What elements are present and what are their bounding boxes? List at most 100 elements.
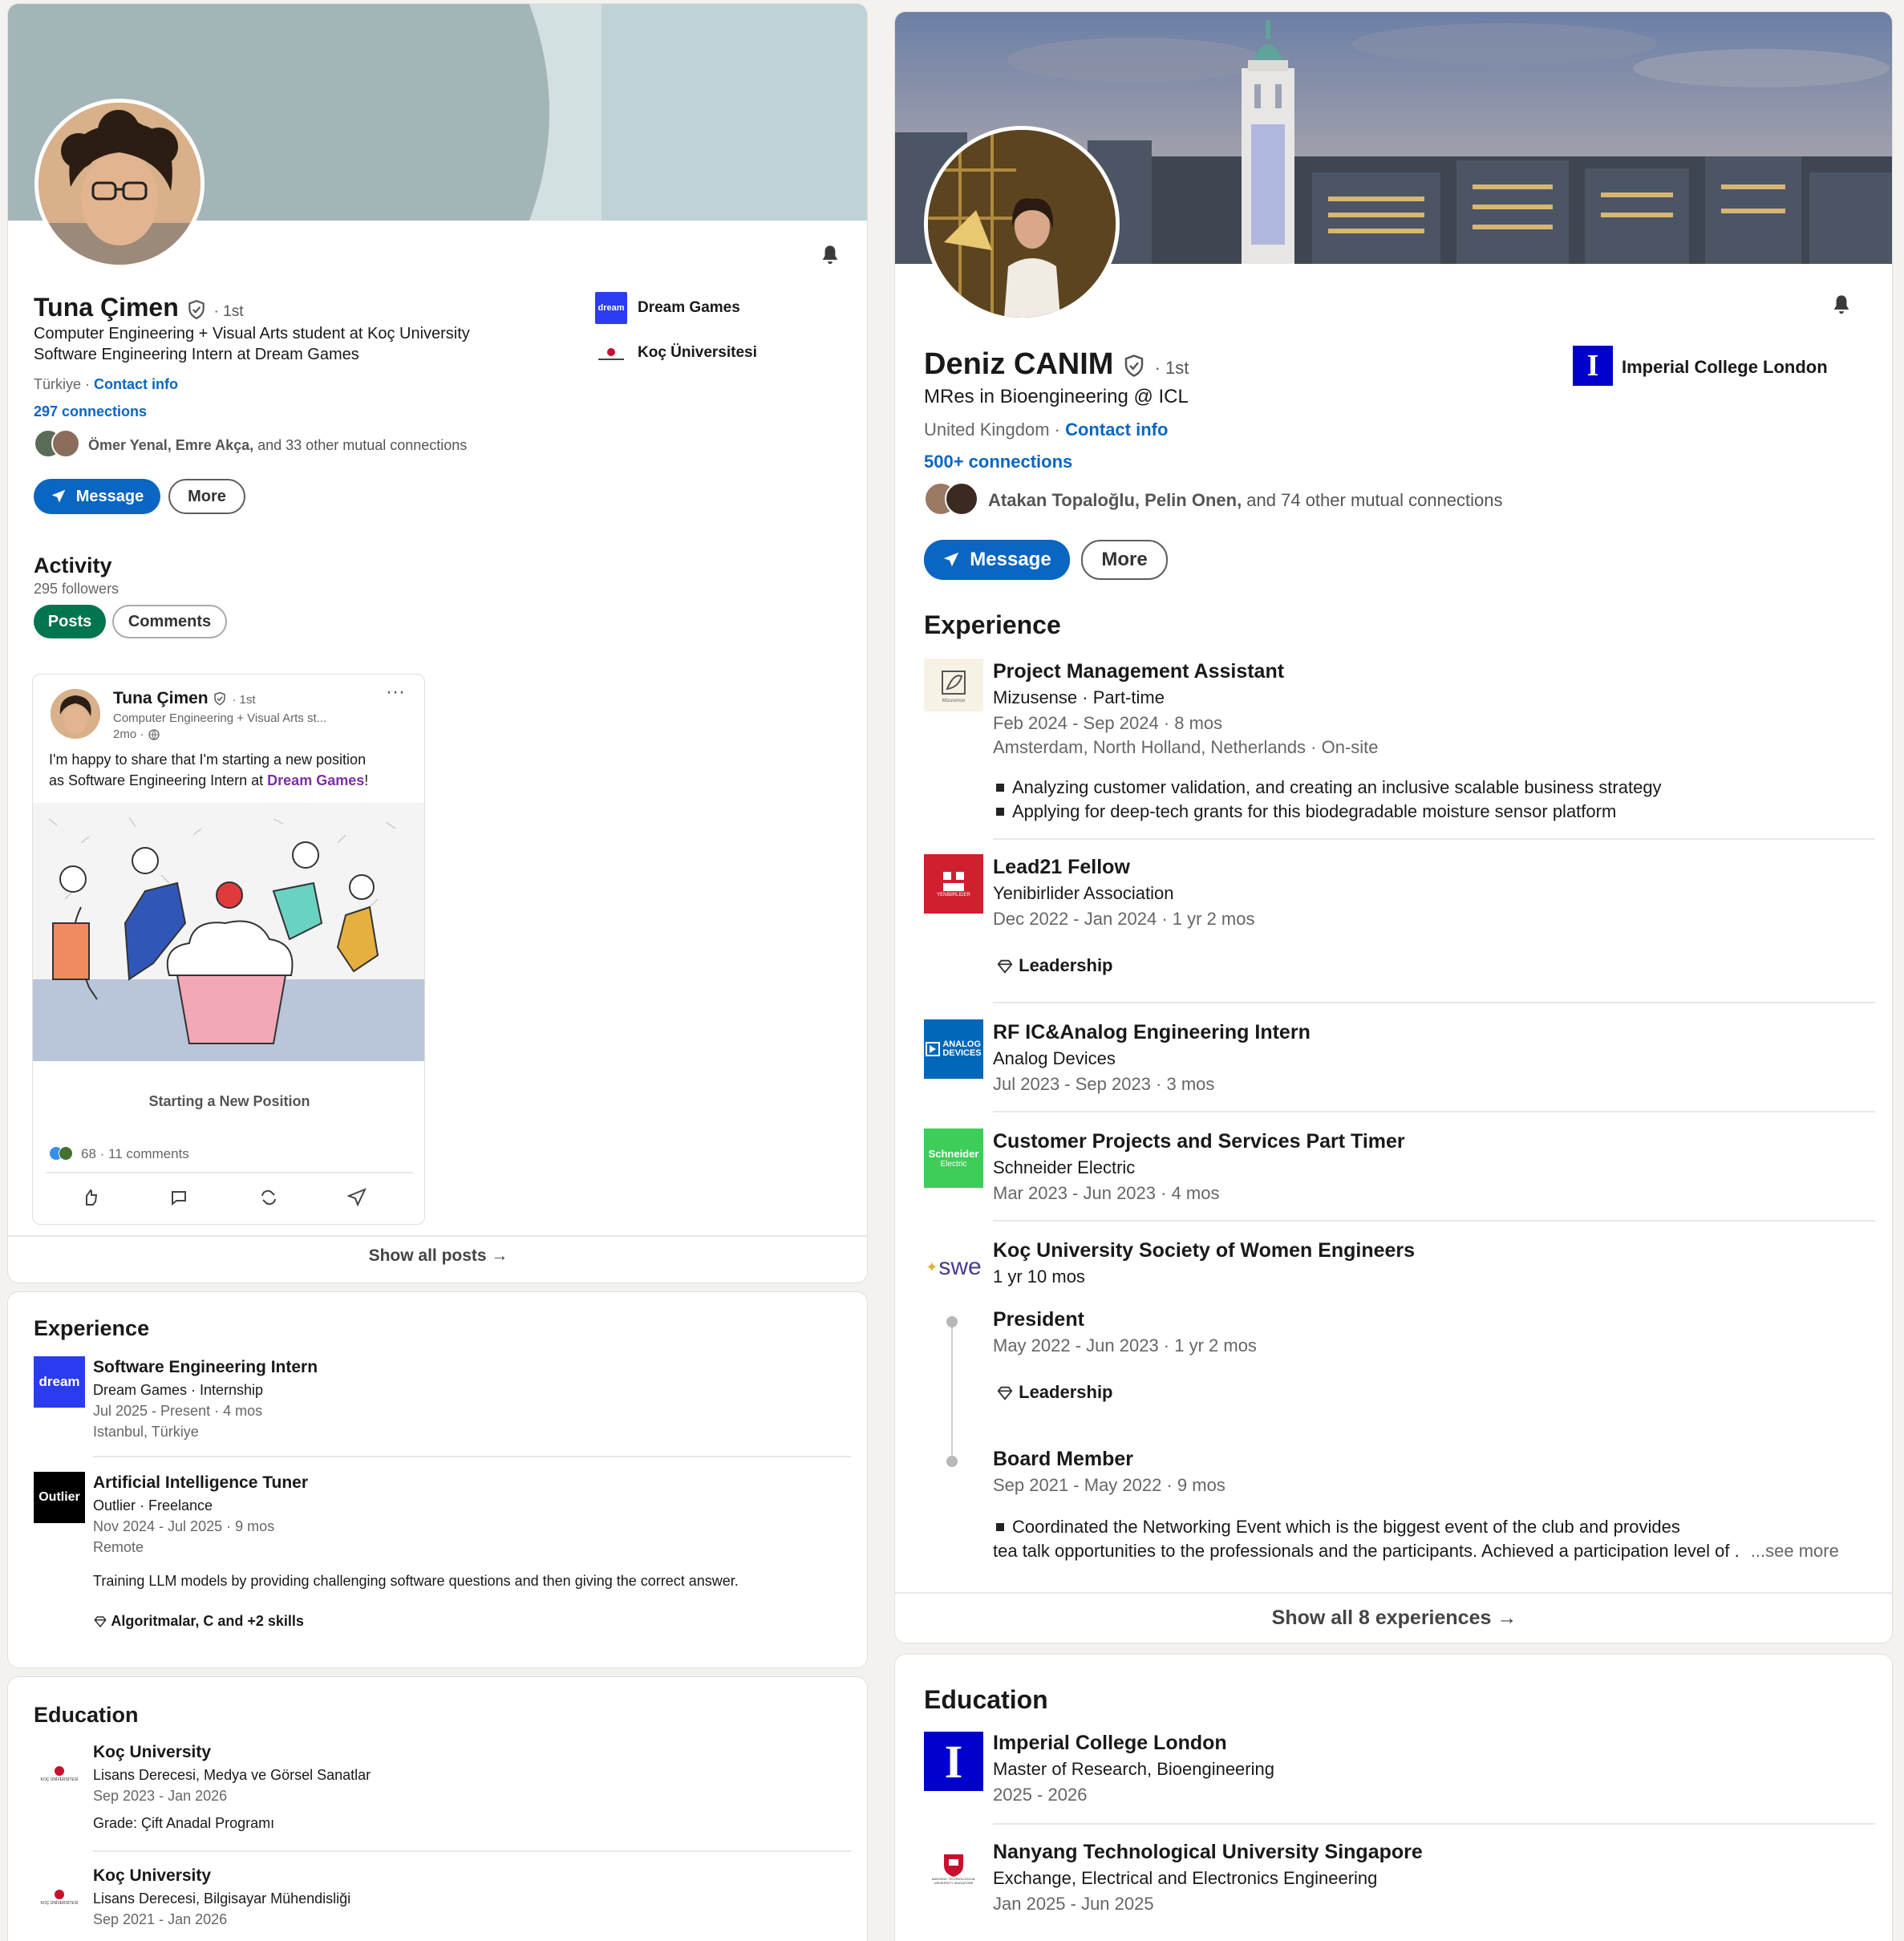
experience-title-2[interactable]: RF IC&Analog Engineering Intern	[993, 1021, 1311, 1044]
left-education-section: Education KOÇ ÜNİVERSİTESİ Koç Universit…	[7, 1676, 868, 1941]
post-card[interactable]: Tuna Çimen · 1st Computer Engineering + …	[32, 674, 425, 1225]
post-illustration[interactable]	[33, 803, 425, 1061]
experience-title-1[interactable]: Lead21 Fellow	[993, 856, 1130, 879]
swe-logo[interactable]: ✦ swe	[924, 1238, 983, 1297]
education-school-1[interactable]: Koç University	[93, 1866, 211, 1886]
education-dates-1: Sep 2021 - Jan 2026	[93, 1911, 228, 1927]
mizusense-logo[interactable]: Mizusense	[924, 658, 983, 711]
experience-location-0: Amsterdam, North Holland, Netherlands · …	[993, 737, 1379, 757]
koc-universitesi-logo[interactable]	[595, 339, 627, 371]
verified-badge-icon	[1124, 355, 1144, 377]
tab-comments[interactable]: Comments	[112, 605, 227, 638]
ntu-logo[interactable]: NANYANG TECHNOLOGICAL UNIVERSITY SINGAPO…	[924, 1839, 983, 1898]
mutual-avatars	[924, 482, 982, 517]
post-divider	[46, 1172, 413, 1173]
experience-divider	[93, 1456, 851, 1457]
experience-location-0: Istanbul, Türkiye	[93, 1424, 199, 1440]
tab-posts[interactable]: Posts	[34, 605, 106, 638]
koc-university-logo[interactable]: KOÇ ÜNİVERSİTESİ	[34, 1871, 85, 1923]
experience-dates-1: Nov 2024 - Jul 2025 · 9 mos	[93, 1518, 275, 1534]
yenibirlider-logo[interactable]: YENİBİRLİDER	[924, 854, 983, 914]
connections-link[interactable]: 297 connections	[34, 403, 147, 420]
profile-location-row: Türkiye · Contact info	[34, 376, 179, 392]
left-profile-column: Tuna Çimen · 1st Computer Engineering + …	[0, 0, 874, 1941]
outlier-logo[interactable]: Outlier	[34, 1472, 85, 1523]
education-school[interactable]: Imperial College London	[1622, 357, 1828, 378]
message-button[interactable]: Message	[924, 540, 1070, 580]
experience-title-0[interactable]: Project Management Assistant	[993, 660, 1284, 683]
show-all-experiences-button[interactable]: Show all 8 experiences →	[895, 1607, 1892, 1630]
post-author-subtitle: Computer Engineering + Visual Arts st...	[113, 711, 327, 725]
skills-diamond-icon	[997, 959, 1013, 974]
koc-university-logo[interactable]: KOÇ ÜNİVERSİTESİ	[34, 1748, 85, 1799]
dream-games-logo[interactable]: dream	[595, 292, 627, 324]
notification-bell-icon[interactable]	[1830, 293, 1853, 317]
education-degree-1: Exchange, Electrical and Electronics Eng…	[993, 1868, 1378, 1888]
right-main-card: Deniz CANIM · 1st MRes in Bioengineering…	[894, 11, 1893, 1643]
imperial-college-logo[interactable]: I	[1573, 346, 1613, 386]
send-icon	[51, 489, 66, 503]
post-author-name[interactable]: Tuna Çimen	[113, 689, 209, 707]
left-avatar[interactable]	[34, 99, 205, 269]
experience-skills-1[interactable]: Algoritmalar, C and +2 skills	[93, 1613, 304, 1630]
profile-headline: MRes in Bioengineering @ ICL	[924, 386, 1189, 407]
contact-info-link[interactable]: Contact info	[94, 376, 178, 392]
education-school-0[interactable]: Imperial College London	[993, 1732, 1227, 1755]
role-skill-0[interactable]: Leadership	[996, 1382, 1113, 1403]
contact-info-link[interactable]: Contact info	[1065, 419, 1168, 440]
experience-description-1: Training LLM models by providing challen…	[93, 1573, 739, 1589]
repost-icon[interactable]	[259, 1188, 278, 1207]
analog-devices-logo[interactable]: ANALOG DEVICES	[924, 1019, 983, 1079]
experience-bullet-0-2: Applying for deep-tech grants for this b…	[993, 801, 1616, 822]
experience-divider	[993, 1220, 1875, 1222]
education-title: Education	[34, 1703, 139, 1727]
experience-title-1[interactable]: Artificial Intelligence Tuner	[93, 1473, 308, 1493]
connections-link[interactable]: 500+ connections	[924, 452, 1072, 472]
post-more-icon[interactable]: ···	[386, 681, 405, 703]
profile-location: United Kingdom	[924, 419, 1050, 440]
send-icon[interactable]	[347, 1188, 367, 1207]
reaction-counts[interactable]: 68 · 11 comments	[81, 1146, 189, 1162]
experience-title-4[interactable]: Koç University Society of Women Engineer…	[993, 1239, 1415, 1262]
education-school-0[interactable]: Koç University	[93, 1743, 211, 1762]
activity-section: Activity 295 followers Posts Comments Tu…	[7, 529, 868, 1283]
experience-company-1: Yenibirlider Association	[993, 883, 1174, 903]
experience-company-2: Analog Devices	[993, 1048, 1116, 1068]
right-avatar[interactable]	[924, 126, 1120, 322]
experience-company-0: Mizusense · Part-time	[993, 687, 1165, 707]
experience-skill-1[interactable]: Leadership	[996, 955, 1113, 976]
notification-bell-icon[interactable]	[819, 243, 841, 267]
current-company[interactable]: Dream Games	[638, 299, 740, 317]
education-divider	[993, 1823, 1875, 1825]
role-description-1: tea talk opportunities to the profession…	[993, 1541, 1839, 1561]
message-button[interactable]: Message	[34, 479, 160, 514]
post-image-caption[interactable]: Starting a New Position	[33, 1093, 424, 1110]
mutual-connections[interactable]: Ömer Yenal, Emre Akça, and 33 other mutu…	[88, 437, 467, 454]
comment-icon[interactable]	[169, 1188, 188, 1207]
see-more-link[interactable]: ...see more	[1751, 1541, 1839, 1561]
left-top-card: Tuna Çimen · 1st Computer Engineering + …	[7, 3, 868, 557]
imperial-college-logo[interactable]: I	[924, 1732, 983, 1791]
more-button[interactable]: More	[168, 479, 245, 514]
role-title-0[interactable]: President	[993, 1308, 1084, 1331]
role-title-1[interactable]: Board Member	[993, 1448, 1133, 1471]
dream-games-mention[interactable]: Dream Games	[267, 772, 364, 788]
experience-dates-3: Mar 2023 - Jun 2023 · 4 mos	[993, 1183, 1220, 1203]
education-school[interactable]: Koç Üniversitesi	[638, 344, 757, 362]
post-author-avatar[interactable]	[51, 689, 100, 739]
experience-title-0[interactable]: Software Engineering Intern	[93, 1358, 318, 1377]
experience-company-0: Dream Games · Internship	[93, 1382, 264, 1398]
dream-games-logo[interactable]: dream	[34, 1356, 85, 1408]
education-dates-0: Sep 2023 - Jan 2026	[93, 1788, 228, 1804]
activity-title: Activity	[34, 553, 112, 577]
like-icon[interactable]	[81, 1188, 100, 1207]
role-dot-1	[946, 1456, 958, 1467]
mutual-connections[interactable]: Atakan Topaloğlu, Pelin Onen, and 74 oth…	[988, 490, 1503, 511]
schneider-electric-logo[interactable]: Schneider Electric	[924, 1129, 983, 1188]
profile-headline-1: Computer Engineering + Visual Arts stude…	[34, 325, 470, 342]
show-all-posts-button[interactable]: Show all posts →	[8, 1246, 867, 1266]
more-button[interactable]: More	[1081, 540, 1168, 580]
post-text-1: I'm happy to share that I'm starting a n…	[49, 752, 367, 768]
education-school-1[interactable]: Nanyang Technological University Singapo…	[993, 1841, 1423, 1864]
experience-title-3[interactable]: Customer Projects and Services Part Time…	[993, 1130, 1405, 1153]
